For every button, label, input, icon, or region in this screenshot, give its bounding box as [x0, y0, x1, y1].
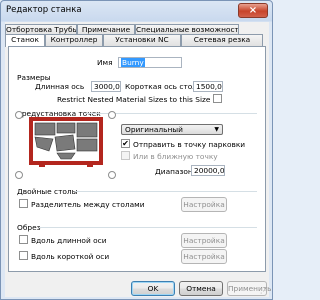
restrict-sizes-checkbox[interactable]: [213, 94, 222, 103]
nearest-point-label: Или в ближную точку: [133, 152, 218, 161]
short-axis-label: Короткая ось стола: [125, 82, 202, 91]
tab-controller[interactable]: Контроллер: [45, 34, 103, 46]
double-tables-section-label: Двойные столы: [17, 187, 78, 196]
title-bar[interactable]: Редактор станка ×: [1, 1, 272, 21]
range-label: Диапазон: [155, 167, 193, 176]
cancel-button[interactable]: Отмена: [179, 281, 223, 296]
nearest-point-checkbox[interactable]: [121, 151, 130, 160]
send-park-checkbox[interactable]: ✔: [121, 139, 130, 148]
trim-short-settings-button[interactable]: Настройка: [181, 249, 227, 264]
table-divider-label: Разделитель между столами: [31, 200, 145, 209]
name-input[interactable]: Burny: [118, 57, 182, 68]
trim-short-axis-label: Вдоль короткой оси: [31, 252, 110, 261]
points-preset-value: Оригинальный: [125, 125, 183, 134]
corner-radio-bottom-right[interactable]: [108, 171, 116, 179]
close-button[interactable]: ×: [238, 3, 268, 18]
trim-divider: [39, 227, 257, 228]
long-axis-input[interactable]: 3000,0: [91, 81, 121, 92]
tab-net-cutting[interactable]: Сетевая резка: [181, 34, 263, 46]
corner-radio-top-left[interactable]: [15, 111, 23, 119]
trim-long-settings-button[interactable]: Настройка: [181, 233, 227, 248]
double-tables-settings-button[interactable]: Настройка: [181, 197, 227, 212]
table-leg-left: [39, 161, 45, 167]
name-label: Имя: [97, 58, 113, 67]
trim-short-axis-checkbox[interactable]: [19, 251, 28, 260]
table-leg-right: [87, 161, 93, 167]
tab-nc-settings[interactable]: Установки NC: [103, 34, 181, 46]
short-axis-input[interactable]: 1500,0: [193, 81, 223, 92]
sizes-section-label: Размеры: [17, 73, 51, 82]
double-tables-divider: [75, 191, 257, 192]
machine-editor-window: Редактор станка × Отбортовка Трубы Приме…: [0, 0, 273, 300]
machine-tab-panel: Имя Burny Размеры Длинная ось 3000,0 Кор…: [8, 46, 266, 272]
chevron-down-icon: ▼: [214, 126, 219, 133]
resize-grip-icon[interactable]: ⋰: [260, 287, 267, 295]
send-park-label: Отправить в точку парковки: [133, 140, 246, 149]
ok-button[interactable]: OK: [131, 281, 175, 296]
table-preview: [29, 117, 103, 167]
trim-long-axis-checkbox[interactable]: [19, 235, 28, 244]
range-input[interactable]: 20000,0: [191, 165, 225, 176]
corner-radio-bottom-left[interactable]: [15, 171, 23, 179]
trim-long-axis-label: Вдоль длинной оси: [31, 236, 107, 245]
name-value: Burny: [121, 58, 145, 67]
tab-row-front: Станок Контроллер Установки NC Сетевая р…: [5, 34, 263, 47]
dialog-client-area: Отбортовка Трубы Примечание Специальные …: [5, 22, 271, 297]
trim-section-label: Обрез: [17, 223, 41, 232]
restrict-sizes-label: Restrict Nested Material Sizes to this S…: [57, 95, 211, 104]
window-title: Редактор станка: [6, 5, 82, 15]
corner-radio-top-right[interactable]: [108, 111, 116, 119]
points-preset-dropdown[interactable]: Оригинальный ▼: [121, 124, 223, 135]
long-axis-label: Длинная ось: [35, 82, 85, 91]
table-divider-checkbox[interactable]: [19, 199, 28, 208]
